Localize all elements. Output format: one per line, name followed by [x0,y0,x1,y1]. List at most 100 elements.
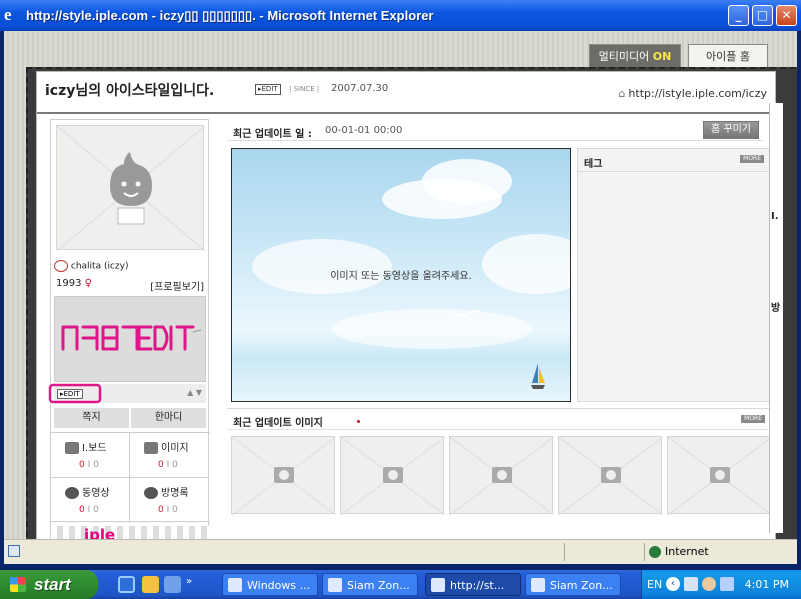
maximize-button[interactable]: □ [752,5,773,26]
update-bar: 최근 업데이트 일 : 00-01-01 00:00 홈 꾸미기 [227,119,763,141]
start-button[interactable]: start [0,570,98,599]
image-thumbnail[interactable] [558,436,664,516]
menu-images-count: 0 I 0 [158,460,178,470]
globe-icon [649,546,661,558]
speech-bubble-icon [144,487,158,499]
profile-name-row: chalita (iczy) [54,260,128,272]
mood-box [54,296,206,382]
videos-new-count: 0 [79,505,85,515]
taskbar-button-siam-1[interactable]: Siam Zon... [322,573,418,596]
tag-more-button[interactable]: MORE [740,155,764,163]
home-url-link[interactable]: ⌂ http://istyle.iple.com/iczy [618,87,767,100]
profile-name: chalita (iczy) [70,261,129,272]
since-label: | SINCE | [289,85,320,93]
close-button[interactable]: ✕ [776,5,797,26]
decorate-home-button[interactable]: 홈 꾸미기 [703,121,759,139]
tray-chevron-icon[interactable]: ‹ [666,577,680,591]
send-message-button[interactable]: 쪽지 [54,408,129,428]
quicklaunch-chevron-icon[interactable]: » [186,576,192,587]
taskbar-button-ie[interactable]: http://st... [425,573,521,596]
title-edit-button[interactable]: ▸EDIT [255,84,281,95]
sailboat-icon [531,363,545,389]
main-media-area[interactable]: 이미지 또는 동영상을 올려주세요. [231,148,571,402]
cloud [482,234,570,294]
guestbook-sep: I [166,505,170,515]
taskbar-button-windows[interactable]: Windows ... [222,573,318,596]
photo-placeholder-icon [56,125,206,252]
profile-photo-placeholder[interactable] [56,125,206,252]
film-reel-icon [65,487,79,499]
menu-images-label-wrap: 이미지 [144,439,189,454]
camera-placeholder-icon [558,436,664,516]
side-label-board[interactable]: I. [771,211,779,222]
recent-images-title: 최근 업데이트 이미지 [233,418,323,429]
side-label-guestbook[interactable]: 방 [771,299,780,314]
menu-board[interactable]: I.보드 0 I 0 [51,433,130,478]
menu-board-count: 0 I 0 [79,460,99,470]
image-thumbnail[interactable] [231,436,337,516]
board-sep: I [87,460,91,470]
menu-videos-count: 0 I 0 [79,505,99,515]
image-thumbnail[interactable] [449,436,555,516]
home-url-text: http://istyle.iple.com/iczy [628,87,767,100]
upload-prompt: 이미지 또는 동영상을 올려주세요. [330,271,472,282]
title-bar[interactable]: e http://style.iple.com - iczy▯▯ ▯▯▯▯▯▯▯… [0,0,801,31]
image-thumbnail[interactable] [667,436,773,516]
taskbar-button-label: Siam Zon... [347,579,410,592]
taskbar-button-label: Windows ... [247,579,311,592]
zone-label: Internet [665,545,709,558]
header-divider [37,112,775,114]
images-more-button[interactable]: MORE [741,415,765,423]
clock[interactable]: 4:01 PM [745,578,789,591]
action-buttons: 쪽지 한마디 [54,408,206,428]
profile-info-row: 1993 ♀ [프로필보기] [56,278,204,293]
profile-sidebar: chalita (iczy) 1993 ♀ [프로필보기] ▸EDIT ▲ ▼ … [48,119,210,539]
language-indicator[interactable]: EN [647,578,662,591]
taskbar-button-siam-2[interactable]: Siam Zon... [525,573,621,596]
menu-guestbook-label-wrap: 방명록 [144,484,189,499]
menu-images[interactable]: 이미지 0 I 0 [130,433,209,478]
windows-logo-icon [10,577,26,592]
taskbar-button-label: http://st... [450,579,505,592]
menu-guestbook[interactable]: 방명록 0 I 0 [130,478,209,523]
videos-total-count: 0 [93,505,99,515]
menu-guestbook-label: 방명록 [161,488,189,499]
iple-home-button[interactable]: 아이플 홈 [688,44,768,69]
board-new-count: 0 [79,460,85,470]
system-tray: EN ‹ 4:01 PM [641,570,801,599]
app-icon [431,578,445,592]
female-icon: ♀ [84,278,92,289]
menu-board-label: I.보드 [82,443,107,454]
camera-placeholder-icon [340,436,446,516]
network-icon[interactable] [684,577,698,591]
guestbook-new-count: 0 [158,505,164,515]
iple-banner[interactable]: iple [51,526,210,539]
recent-images-header: 최근 업데이트 이미지 MORE [227,408,771,430]
home-icon: ⌂ [618,87,626,100]
status-separator [644,543,645,561]
ie-quicklaunch-icon[interactable] [118,576,135,593]
messenger-quicklaunch-icon[interactable] [164,576,181,593]
image-thumbnail[interactable] [340,436,446,516]
start-label: start [34,575,71,594]
main-panel: iczy님의 아이스타일입니다. ▸EDIT | SINCE | 2007.07… [36,71,776,539]
profile-view-link[interactable]: [프로필보기] [150,278,204,293]
user-icon[interactable] [702,577,716,591]
status-bar: Internet [4,539,797,564]
menu-board-label-wrap: I.보드 [65,439,107,454]
multimedia-toggle-button[interactable]: 멀티미디어 ON [589,44,681,69]
scroll-arrows-icon[interactable]: ▲ ▼ [187,388,202,397]
minimize-button[interactable]: _ [728,5,749,26]
birth-year: 1993 [56,278,82,289]
comment-button[interactable]: 한마디 [131,408,206,428]
tray-app-icon[interactable] [720,577,734,591]
menu-videos[interactable]: 동영상 0 I 0 [51,478,130,523]
clock-quicklaunch-icon[interactable] [142,576,159,593]
multimedia-state: ON [652,50,672,63]
menu-videos-label: 동영상 [82,488,110,499]
board-total-count: 0 [93,460,99,470]
guestbook-total-count: 0 [172,505,178,515]
images-total-count: 0 [172,460,178,470]
security-zone: Internet [649,545,709,558]
taskbar-button-label: Siam Zon... [550,579,613,592]
